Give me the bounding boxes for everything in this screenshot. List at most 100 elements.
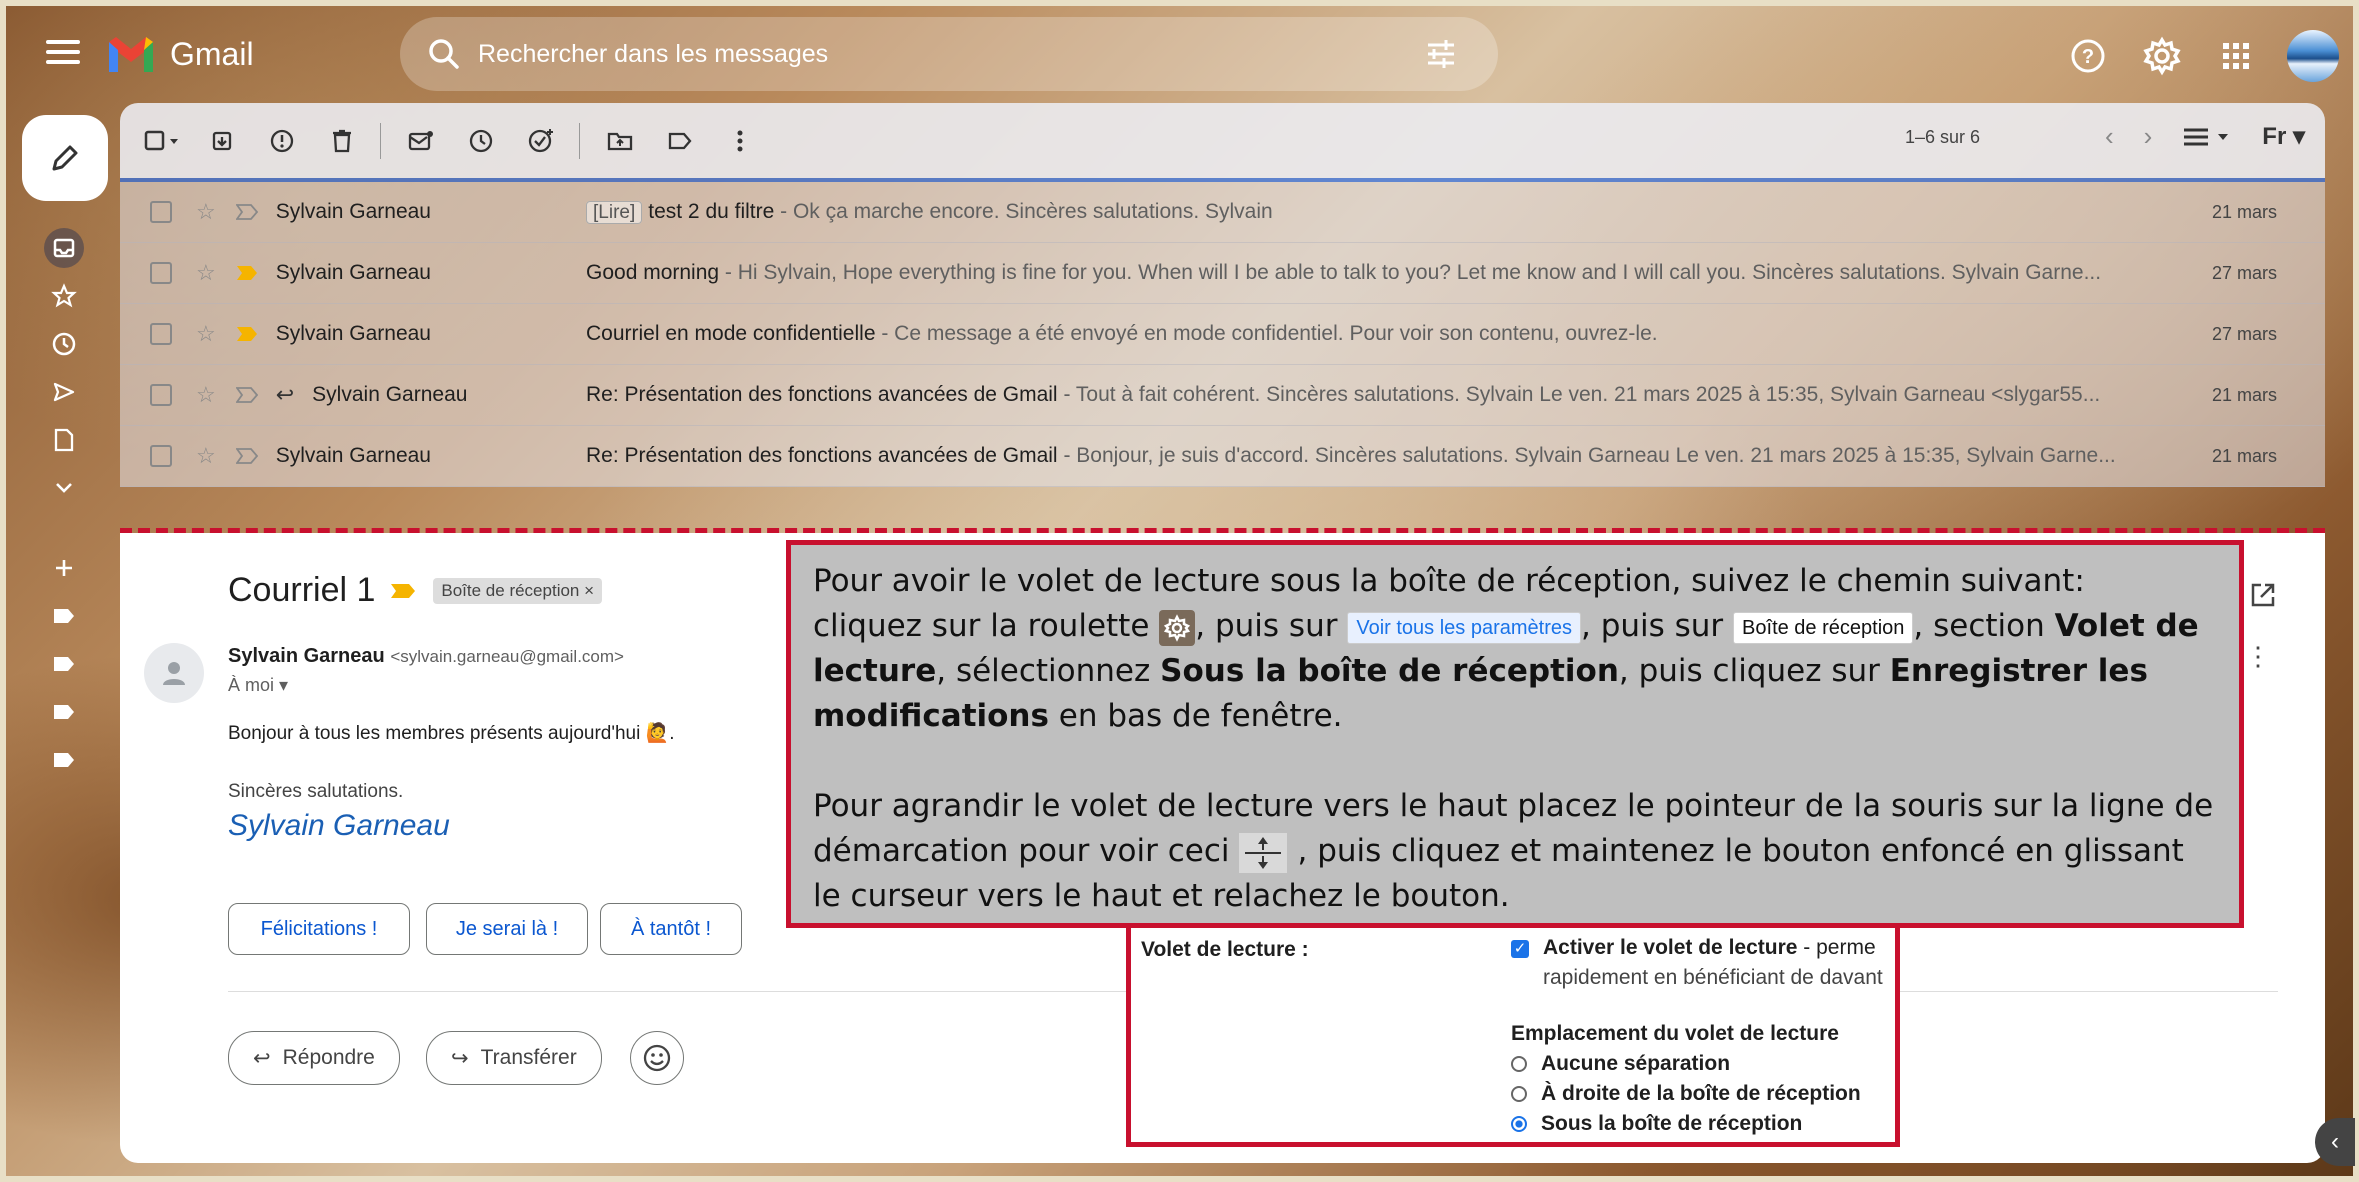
starred-icon[interactable] (44, 276, 84, 316)
compose-button[interactable] (22, 115, 108, 201)
prev-page-chevron-icon[interactable]: ‹ (2105, 121, 2114, 152)
star-icon[interactable]: ☆ (196, 443, 216, 469)
toolbar-right: ‹ › Fr ▾ (2105, 121, 2305, 152)
email-row[interactable]: ☆ Sylvain Garneau Good morning - Hi Sylvai… (120, 243, 2325, 304)
more-options-vertical-icon[interactable] (720, 121, 760, 161)
callout-bold: Sous la boîte de réception (1160, 653, 1619, 689)
quick-reply-button-3[interactable]: À tantôt ! (600, 903, 742, 955)
account-avatar[interactable] (2287, 30, 2339, 82)
labels-tag-icon[interactable] (660, 121, 700, 161)
important-marker-icon[interactable] (389, 582, 417, 600)
quick-reply-button-1[interactable]: Félicitations ! (228, 903, 410, 955)
svg-text:?: ? (2082, 46, 2094, 68)
row-checkbox[interactable] (150, 201, 172, 223)
input-tools-selector[interactable]: Fr ▾ (2262, 122, 2305, 151)
report-spam-icon[interactable] (262, 121, 302, 161)
more-chevron-down-icon[interactable] (44, 468, 84, 508)
search-bar[interactable]: Rechercher dans les messages (400, 17, 1498, 91)
placement-option-below[interactable]: Sous la boîte de réception (1511, 1112, 1802, 1136)
row-subject-snippet: Courriel en mode confidentielle - Ce mes… (586, 322, 2195, 346)
row-sender: Sylvain Garneau (275, 322, 431, 345)
sent-icon[interactable] (44, 372, 84, 412)
search-options-icon[interactable] (1424, 37, 1458, 71)
main-menu-icon[interactable] (40, 34, 86, 74)
delete-trash-icon[interactable] (322, 121, 362, 161)
enable-reading-pane-checkbox[interactable]: ✓ (1511, 940, 1529, 958)
star-icon[interactable]: ☆ (196, 382, 216, 408)
placement-option-right[interactable]: À droite de la boîte de réception (1511, 1082, 1861, 1106)
next-page-chevron-icon[interactable]: › (2144, 121, 2153, 152)
recipient-dropdown[interactable]: À moi ▾ (228, 675, 288, 696)
sender-email: <sylvain.garneau@gmail.com> (390, 647, 624, 666)
row-checkbox[interactable] (150, 384, 172, 406)
row-snippet: - Ok ça marche encore. Sincères salutati… (774, 200, 1273, 223)
email-row[interactable]: ☆ Sylvain Garneau Re: Présentation des fon… (120, 426, 2325, 487)
radio-button[interactable] (1511, 1086, 1527, 1102)
row-subject: Re: Présentation des fonctions avancées … (586, 383, 1058, 406)
email-row[interactable]: ☆ Sylvain Garneau Courriel en mode confide… (120, 304, 2325, 365)
callout-text: , sélectionnez (936, 653, 1151, 689)
star-icon[interactable]: ☆ (196, 321, 216, 347)
snooze-clock-icon[interactable] (461, 121, 501, 161)
label-tag-icon[interactable] (44, 644, 84, 684)
email-row[interactable]: ☆ ↩ Sylvain Garneau Re: Présentation des fo… (120, 365, 2325, 426)
forward-button[interactable]: ↪ Transférer (426, 1031, 602, 1085)
placement-option-none[interactable]: Aucune séparation (1511, 1052, 1730, 1076)
add-label-plus-icon[interactable] (44, 548, 84, 588)
important-marker-icon[interactable] (236, 265, 258, 281)
smiley-icon (643, 1044, 671, 1072)
email-signature: Sylvain Garneau (228, 809, 450, 842)
emoji-reaction-button[interactable] (630, 1031, 684, 1085)
forward-label: Transférer (480, 1046, 577, 1069)
mark-unread-icon[interactable] (401, 121, 441, 161)
open-in-new-window-icon[interactable] (2249, 581, 2277, 609)
move-to-folder-icon[interactable] (600, 121, 640, 161)
row-checkbox[interactable] (150, 445, 172, 467)
important-marker-icon[interactable] (236, 326, 258, 342)
enable-reading-pane-bold: Activer le volet de lecture (1543, 936, 1798, 959)
split-pane-toggle-icon[interactable] (2182, 125, 2232, 149)
enable-reading-pane-rest: - perme (1797, 936, 1876, 959)
inbox-icon[interactable] (44, 228, 84, 268)
inbox-tab-chip: Boîte de réception (1733, 611, 1914, 644)
gmail-logo[interactable]: Gmail (106, 30, 254, 78)
label-tag-icon[interactable] (44, 596, 84, 636)
radio-button-selected[interactable] (1511, 1116, 1527, 1132)
important-marker-icon[interactable] (235, 387, 258, 403)
row-checkbox[interactable] (150, 262, 172, 284)
sender-avatar[interactable] (144, 643, 204, 703)
enable-reading-pane-text: Activer le volet de lecture - perme (1543, 936, 1898, 960)
label-tag-icon[interactable] (44, 692, 84, 732)
archive-icon[interactable] (202, 121, 242, 161)
row-checkbox[interactable] (150, 323, 172, 345)
input-tools-label: Fr (2262, 123, 2287, 150)
inbox-label-chip[interactable]: Boîte de réception × (433, 577, 603, 604)
drafts-icon[interactable] (44, 420, 84, 460)
email-row[interactable]: ☆ Sylvain Garneau [Lire] test 2 du filtre -… (120, 182, 2325, 243)
select-all-checkbox[interactable] (142, 121, 182, 161)
star-icon[interactable]: ☆ (196, 260, 216, 286)
row-subject: Courriel en mode confidentielle (586, 322, 876, 345)
reply-button[interactable]: ↩ Répondre (228, 1031, 400, 1085)
help-icon[interactable]: ? (2065, 33, 2111, 79)
settings-gear-icon[interactable] (2139, 33, 2185, 79)
star-icon[interactable]: ☆ (196, 199, 216, 225)
search-icon[interactable] (422, 32, 466, 76)
message-more-options-icon[interactable]: ⋮ (2245, 641, 2271, 672)
row-subject: Good morning (586, 261, 720, 284)
important-marker-icon[interactable] (235, 204, 258, 220)
reply-arrow-icon: ↩ (253, 1046, 271, 1070)
radio-button[interactable] (1511, 1056, 1527, 1072)
label-tag-icon[interactable] (44, 740, 84, 780)
snoozed-clock-icon[interactable] (44, 324, 84, 364)
important-marker-icon[interactable] (235, 448, 258, 464)
side-panel-toggle-icon[interactable]: ‹ (2315, 1118, 2355, 1166)
add-to-tasks-icon[interactable] (521, 121, 561, 161)
row-sender: Sylvain Garneau (275, 444, 431, 467)
apps-grid-icon[interactable] (2213, 33, 2259, 79)
callout-text: , puis cliquez sur (1618, 653, 1880, 689)
quick-reply-button-2[interactable]: Je serai là ! (426, 903, 588, 955)
label-chip[interactable]: [Lire] (586, 201, 643, 224)
enable-reading-pane-description: rapidement en bénéficiant de davant (1543, 966, 1883, 989)
search-input[interactable]: Rechercher dans les messages (478, 40, 828, 69)
